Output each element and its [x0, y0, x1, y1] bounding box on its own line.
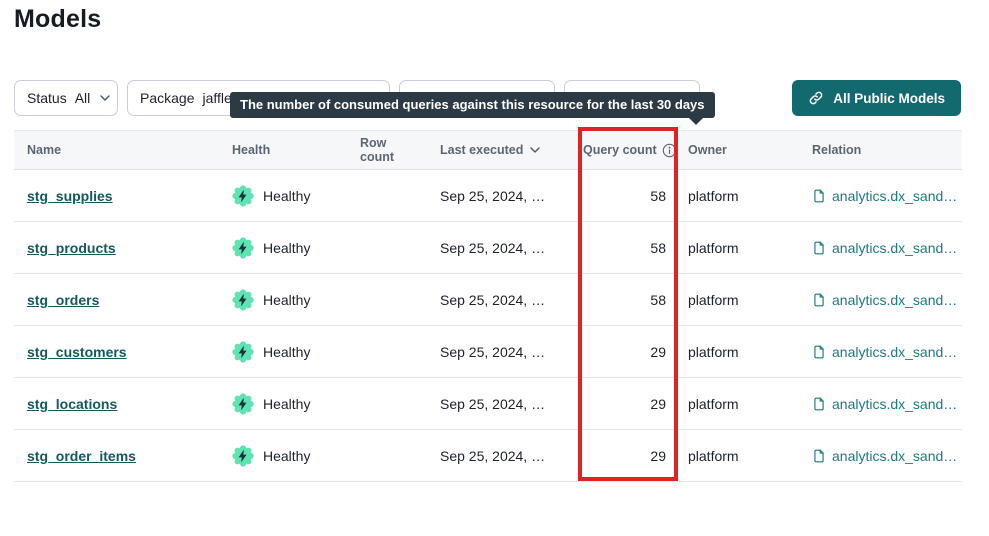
- column-header-query-count: Query count: [574, 143, 680, 158]
- table-row: stg_customers Healthy Sep 25, 2024, … 29…: [14, 326, 962, 378]
- all-public-models-button[interactable]: All Public Models: [792, 80, 961, 116]
- column-header-relation: Relation: [804, 143, 962, 157]
- table-header-row: Name Health Row count Last executed Quer…: [14, 130, 962, 170]
- health-bolt-icon: [232, 289, 254, 311]
- model-name-link[interactable]: stg_order_items: [27, 448, 136, 464]
- relation-link[interactable]: analytics.dx_sand…: [832, 240, 957, 256]
- table-row: stg_order_items Healthy Sep 25, 2024, … …: [14, 430, 962, 482]
- relation-link[interactable]: analytics.dx_sand…: [832, 292, 957, 308]
- status-filter-dropdown[interactable]: Status All: [14, 80, 118, 116]
- table-row: stg_locations Healthy Sep 25, 2024, … 29…: [14, 378, 962, 430]
- last-executed-value: Sep 25, 2024, …: [434, 396, 574, 412]
- health-bolt-icon: [232, 393, 254, 415]
- relation-link[interactable]: analytics.dx_sand…: [832, 448, 957, 464]
- query-count-value: 29: [574, 344, 680, 360]
- health-bolt-icon: [232, 237, 254, 259]
- document-icon: [812, 396, 826, 412]
- page-title: Models: [14, 5, 101, 34]
- status-filter-label: Status: [27, 90, 67, 106]
- last-executed-value: Sep 25, 2024, …: [434, 240, 574, 256]
- document-icon: [812, 448, 826, 464]
- model-name-link[interactable]: stg_customers: [27, 344, 127, 360]
- column-header-name: Name: [14, 143, 232, 157]
- last-executed-value: Sep 25, 2024, …: [434, 448, 574, 464]
- model-name-link[interactable]: stg_locations: [27, 396, 117, 412]
- all-public-models-label: All Public Models: [833, 91, 945, 106]
- query-count-value: 58: [574, 240, 680, 256]
- last-executed-value: Sep 25, 2024, …: [434, 188, 574, 204]
- owner-value: platform: [680, 448, 804, 464]
- table-row: stg_products Healthy Sep 25, 2024, … 58 …: [14, 222, 962, 274]
- column-header-owner: Owner: [680, 143, 804, 157]
- owner-value: platform: [680, 188, 804, 204]
- query-count-value: 58: [574, 292, 680, 308]
- column-header-last-executed-label: Last executed: [440, 143, 523, 157]
- health-bolt-icon: [232, 445, 254, 467]
- model-name-link[interactable]: stg_orders: [27, 292, 99, 308]
- health-status-label: Healthy: [263, 292, 310, 308]
- document-icon: [812, 240, 826, 256]
- package-filter-label: Package: [140, 90, 194, 106]
- sort-chevron-icon: [530, 147, 540, 153]
- relation-link[interactable]: analytics.dx_sand…: [832, 396, 957, 412]
- health-status-label: Healthy: [263, 396, 310, 412]
- column-header-query-count-label: Query count: [583, 143, 657, 157]
- chevron-down-icon: [100, 95, 110, 101]
- status-filter-value: All: [75, 90, 91, 106]
- owner-value: platform: [680, 292, 804, 308]
- document-icon: [812, 344, 826, 360]
- model-name-link[interactable]: stg_products: [27, 240, 116, 256]
- models-page: Models Status All Package jaffle_ All Pu…: [0, 0, 989, 536]
- relation-link[interactable]: analytics.dx_sand…: [832, 344, 957, 360]
- query-count-value: 58: [574, 188, 680, 204]
- document-icon: [812, 292, 826, 308]
- health-status-label: Healthy: [263, 188, 310, 204]
- column-header-last-executed[interactable]: Last executed: [434, 143, 574, 157]
- query-count-value: 29: [574, 396, 680, 412]
- health-status-label: Healthy: [263, 344, 310, 360]
- info-icon[interactable]: [662, 143, 677, 158]
- last-executed-value: Sep 25, 2024, …: [434, 292, 574, 308]
- table-row: stg_orders Healthy Sep 25, 2024, … 58 pl…: [14, 274, 962, 326]
- models-table: Name Health Row count Last executed Quer…: [14, 130, 962, 482]
- column-header-health: Health: [232, 143, 360, 157]
- column-header-row-count: Row count: [360, 136, 434, 164]
- relation-link[interactable]: analytics.dx_sand…: [832, 188, 957, 204]
- query-count-tooltip: The number of consumed queries against t…: [230, 92, 715, 118]
- owner-value: platform: [680, 240, 804, 256]
- owner-value: platform: [680, 396, 804, 412]
- link-icon: [808, 90, 824, 106]
- last-executed-value: Sep 25, 2024, …: [434, 344, 574, 360]
- model-name-link[interactable]: stg_supplies: [27, 188, 113, 204]
- health-status-label: Healthy: [263, 448, 310, 464]
- query-count-value: 29: [574, 448, 680, 464]
- health-status-label: Healthy: [263, 240, 310, 256]
- health-bolt-icon: [232, 185, 254, 207]
- document-icon: [812, 188, 826, 204]
- owner-value: platform: [680, 344, 804, 360]
- health-bolt-icon: [232, 341, 254, 363]
- table-row: stg_supplies Healthy Sep 25, 2024, … 58 …: [14, 170, 962, 222]
